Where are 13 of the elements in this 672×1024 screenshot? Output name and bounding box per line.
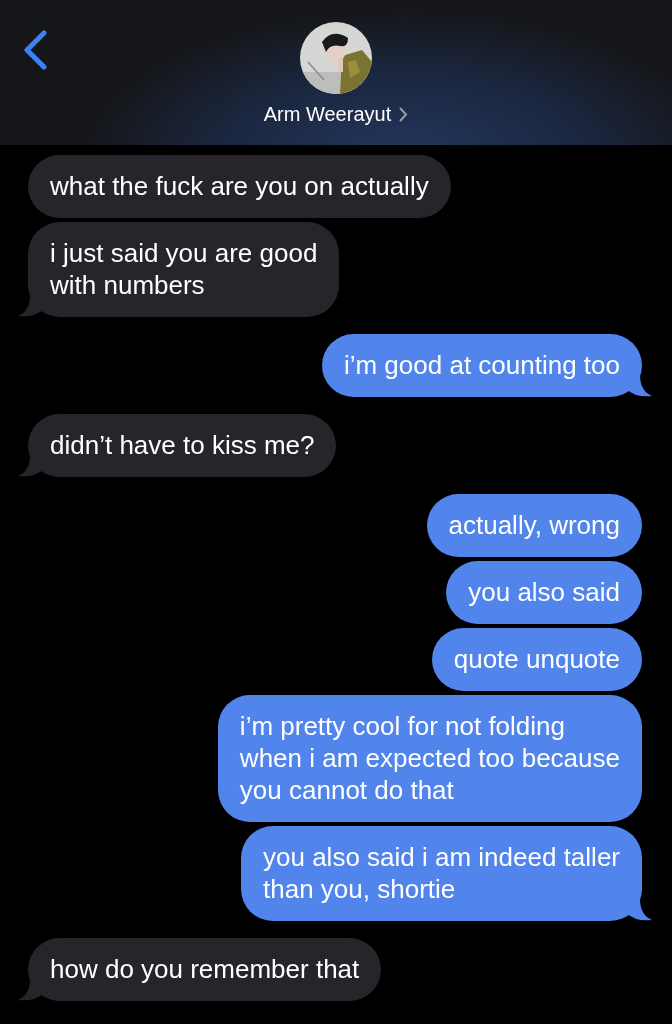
received-message: didn’t have to kiss me? xyxy=(28,414,337,477)
chevron-icon[interactable] xyxy=(399,107,409,122)
sent-message: quote unquote xyxy=(431,628,642,691)
received-message: how do you remember that xyxy=(28,938,382,1001)
sent-message: i’m pretty cool for not folding when i am expected too because you cannot do that xyxy=(217,695,642,822)
back-icon[interactable] xyxy=(22,30,48,70)
contact-name[interactable]: Arm Weerayut xyxy=(263,103,392,126)
received-message: what the fuck are you on actually xyxy=(28,155,451,218)
sent-message: actually, wrong xyxy=(426,494,642,557)
sent-message: i’m good at counting too xyxy=(321,334,642,397)
sent-message: you also said xyxy=(446,561,642,624)
received-message: i just said you are good with numbers xyxy=(28,222,340,317)
sent-message: you also said i am indeed taller than you, shortie xyxy=(241,826,642,921)
